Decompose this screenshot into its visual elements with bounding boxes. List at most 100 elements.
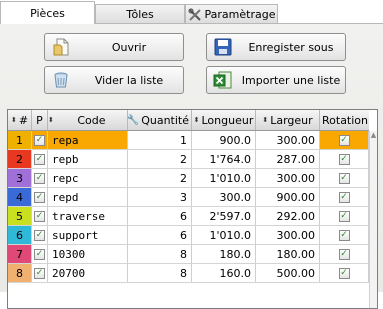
- row-code-cell: repa: [48, 131, 128, 149]
- vertical-scrollbar[interactable]: ▲: [369, 131, 377, 308]
- row-quantity-cell: 2: [128, 150, 192, 168]
- row-length-cell: 2'597.0: [192, 207, 256, 225]
- col-index-label: #: [18, 113, 29, 127]
- table-row[interactable]: 3 ✓ repc 2 1'010.0 300.00 ✓: [8, 169, 369, 188]
- col-code-header[interactable]: ⬍ Code: [48, 110, 128, 130]
- col-rotation-header[interactable]: Rotation ▯: [320, 110, 369, 130]
- row-enabled-checkbox[interactable]: ✓: [32, 264, 48, 282]
- row-enabled-checkbox[interactable]: ✓: [32, 169, 48, 187]
- checkmark-icon: ✓: [34, 134, 45, 146]
- table-row[interactable]: 7 ✓ 10300 8 180.0 180.00 ✓: [8, 245, 369, 264]
- row-code-cell: repd: [48, 188, 128, 206]
- save-as-button[interactable]: Enregister sous: [206, 33, 346, 61]
- import-list-button[interactable]: Importer une liste: [206, 66, 346, 94]
- row-width-cell: 292.00: [256, 207, 320, 225]
- sort-arrows-icon: ⬍: [262, 115, 269, 124]
- checkmark-icon: ✓: [34, 210, 45, 222]
- row-length-cell: 1'764.0: [192, 150, 256, 168]
- row-index-cell: 1: [8, 131, 32, 149]
- row-rotation-checkbox[interactable]: ✓: [320, 150, 369, 168]
- tab-pieces[interactable]: Pièces: [0, 1, 95, 24]
- row-rotation-checkbox[interactable]: ✓: [320, 131, 369, 149]
- row-index-cell: 3: [8, 169, 32, 187]
- checkmark-icon: ✓: [338, 267, 350, 279]
- grid-header: ⬍ # P ⬍ Code 🔧 Quantité ⬍ Longueur ⬍ Lar…: [8, 110, 369, 131]
- col-width-header[interactable]: ⬍ Largeur: [256, 110, 320, 130]
- table-row[interactable]: 5 ✓ traverse 6 2'597.0 292.00 ✓: [8, 207, 369, 226]
- checkmark-icon: ✓: [338, 248, 350, 260]
- row-rotation-checkbox[interactable]: ✓: [320, 226, 369, 244]
- row-width-cell: 500.00: [256, 264, 320, 282]
- open-button[interactable]: Ouvrir: [44, 33, 184, 61]
- row-index-cell: 8: [8, 264, 32, 282]
- sort-arrows-icon: ⬍: [48, 115, 54, 124]
- row-width-cell: 300.00: [256, 169, 320, 187]
- open-button-label: Ouvrir: [111, 40, 147, 54]
- row-enabled-checkbox[interactable]: ✓: [32, 226, 48, 244]
- row-enabled-checkbox[interactable]: ✓: [32, 207, 48, 225]
- row-length-cell: 300.0: [192, 188, 256, 206]
- row-length-cell: 160.0: [192, 264, 256, 282]
- table-row[interactable]: 8 ✓ 20700 8 160.0 500.00 ✓: [8, 264, 369, 283]
- tab-parametrage[interactable]: Paramètrage: [185, 4, 278, 24]
- col-p-header[interactable]: P: [32, 110, 48, 130]
- row-index-cell: 6: [8, 226, 32, 244]
- row-code-cell: 10300: [48, 245, 128, 263]
- row-enabled-checkbox[interactable]: ✓: [32, 188, 48, 206]
- checkmark-icon: ✓: [338, 229, 350, 241]
- row-code-cell: traverse: [48, 207, 128, 225]
- row-rotation-checkbox[interactable]: ✓: [320, 188, 369, 206]
- row-quantity-cell: 6: [128, 226, 192, 244]
- col-p-label: P: [36, 113, 43, 127]
- col-code-label: Code: [77, 113, 106, 127]
- table-row[interactable]: 2 ✓ repb 2 1'764.0 287.00 ✓: [8, 150, 369, 169]
- row-quantity-cell: 1: [128, 131, 192, 149]
- table-row[interactable]: 4 ✓ repd 3 300.0 900.00 ✓: [8, 188, 369, 207]
- sort-arrows-icon: ⬍: [193, 115, 200, 124]
- table-row[interactable]: 1 ✓ repa 1 900.0 300.00 ✓: [8, 131, 369, 150]
- col-width-label: Largeur: [270, 113, 313, 127]
- row-rotation-checkbox[interactable]: ✓: [320, 264, 369, 282]
- row-enabled-checkbox[interactable]: ✓: [32, 245, 48, 263]
- checkmark-icon: ✓: [338, 191, 350, 203]
- row-width-cell: 900.00: [256, 188, 320, 206]
- row-length-cell: 1'010.0: [192, 169, 256, 187]
- row-rotation-checkbox[interactable]: ✓: [320, 169, 369, 187]
- checkmark-icon: ✓: [338, 153, 350, 165]
- scroll-up-icon[interactable]: ▲: [370, 131, 377, 139]
- col-index-header[interactable]: ⬍ #: [8, 110, 32, 130]
- col-length-header[interactable]: ⬍ Longueur: [192, 110, 256, 130]
- row-index-cell: 4: [8, 188, 32, 206]
- row-length-cell: 1'010.0: [192, 226, 256, 244]
- checkmark-icon: ✓: [34, 153, 45, 165]
- sort-arrows-icon: ⬍: [10, 115, 17, 124]
- row-enabled-checkbox[interactable]: ✓: [32, 150, 48, 168]
- save-disk-icon: [213, 37, 233, 57]
- save-as-button-label: Enregister sous: [248, 40, 334, 54]
- row-enabled-checkbox[interactable]: ✓: [32, 131, 48, 149]
- row-width-cell: 300.00: [256, 131, 320, 149]
- row-code-cell: 20700: [48, 264, 128, 282]
- row-rotation-checkbox[interactable]: ✓: [320, 245, 369, 263]
- col-rotation-label: Rotation: [322, 113, 369, 127]
- clear-list-button[interactable]: Vider la liste: [44, 66, 184, 94]
- row-quantity-cell: 6: [128, 207, 192, 225]
- row-code-cell: repc: [48, 169, 128, 187]
- row-rotation-checkbox[interactable]: ✓: [320, 207, 369, 225]
- table-row[interactable]: 6 ✓ support 6 1'010.0 300.00 ✓: [8, 226, 369, 245]
- checkmark-icon: ✓: [34, 172, 45, 184]
- excel-icon: [213, 70, 233, 90]
- tab-parametrage-label: Paramètrage: [204, 8, 276, 21]
- checkmark-icon: ✓: [34, 191, 45, 203]
- checkmark-icon: ✓: [338, 210, 350, 222]
- tab-toles-label: Tôles: [126, 8, 154, 21]
- tab-toles[interactable]: Tôles: [95, 4, 185, 24]
- col-length-label: Longueur: [201, 113, 254, 127]
- row-width-cell: 180.00: [256, 245, 320, 263]
- open-file-icon: [51, 37, 71, 57]
- row-quantity-cell: 3: [128, 188, 192, 206]
- col-quantity-header[interactable]: 🔧 Quantité: [128, 110, 192, 130]
- row-code-cell: support: [48, 226, 128, 244]
- trash-icon: [51, 70, 71, 90]
- row-quantity-cell: 8: [128, 264, 192, 282]
